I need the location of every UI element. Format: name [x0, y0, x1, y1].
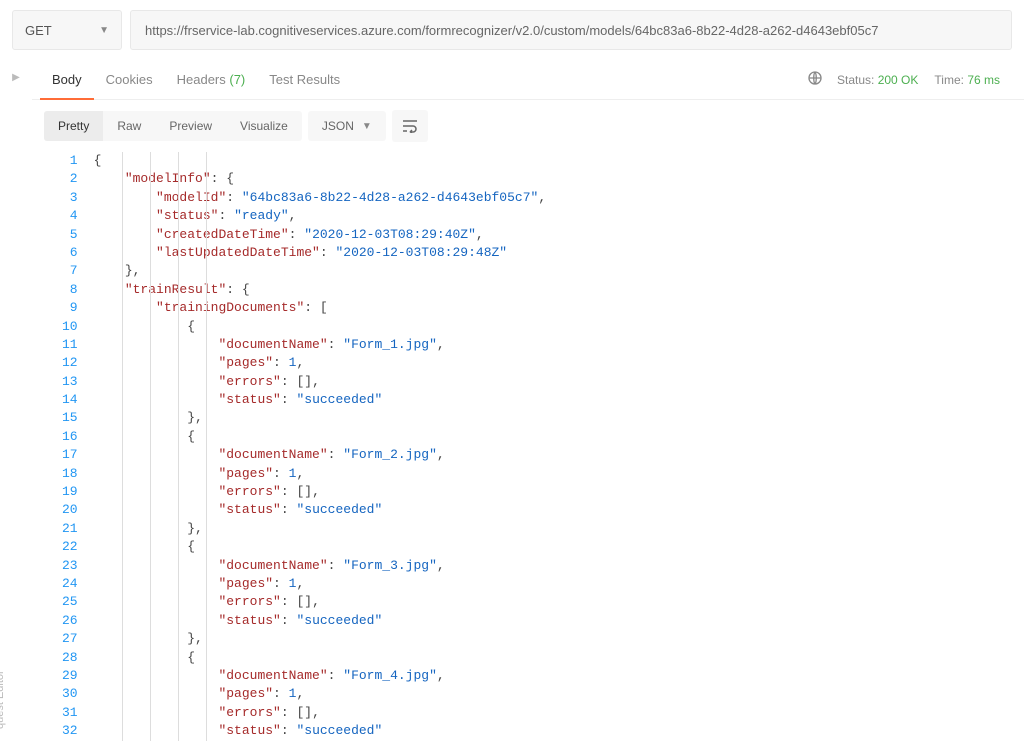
globe-icon[interactable] [807, 70, 837, 89]
time-block: Time: 76 ms [934, 73, 1000, 87]
format-select[interactable]: JSON ▼ [308, 111, 386, 141]
visualize-button[interactable]: Visualize [226, 111, 302, 141]
tab-body[interactable]: Body [40, 60, 94, 100]
line-gutter: 1234567891011121314151617181920212223242… [62, 152, 94, 741]
tab-cookies[interactable]: Cookies [94, 60, 165, 100]
response-body[interactable]: 1234567891011121314151617181920212223242… [32, 152, 1024, 741]
view-segment: Pretty Raw Preview Visualize [44, 111, 302, 141]
chevron-down-icon: ▼ [362, 121, 372, 132]
method-value: GET [25, 23, 52, 38]
status-block: Status: 200 OK [837, 73, 918, 87]
chevron-down-icon: ▼ [99, 25, 109, 36]
side-panel-label: quest Editor [0, 670, 6, 729]
wrap-lines-icon[interactable] [392, 110, 428, 142]
url-input[interactable] [130, 10, 1012, 50]
request-bar: GET ▼ [0, 0, 1024, 60]
expand-caret-icon[interactable]: ▶ [0, 60, 32, 741]
tab-test-results[interactable]: Test Results [257, 60, 352, 100]
response-tabs: Body Cookies Headers (7) Test Results St… [32, 60, 1024, 100]
code-content: { "modelInfo": { "modelId": "64bc83a6-8b… [94, 152, 1024, 741]
pretty-button[interactable]: Pretty [44, 111, 103, 141]
raw-button[interactable]: Raw [103, 111, 155, 141]
tab-headers[interactable]: Headers (7) [165, 60, 258, 100]
method-select[interactable]: GET ▼ [12, 10, 122, 50]
preview-button[interactable]: Preview [155, 111, 226, 141]
body-toolbar: Pretty Raw Preview Visualize JSON ▼ [32, 100, 1024, 152]
